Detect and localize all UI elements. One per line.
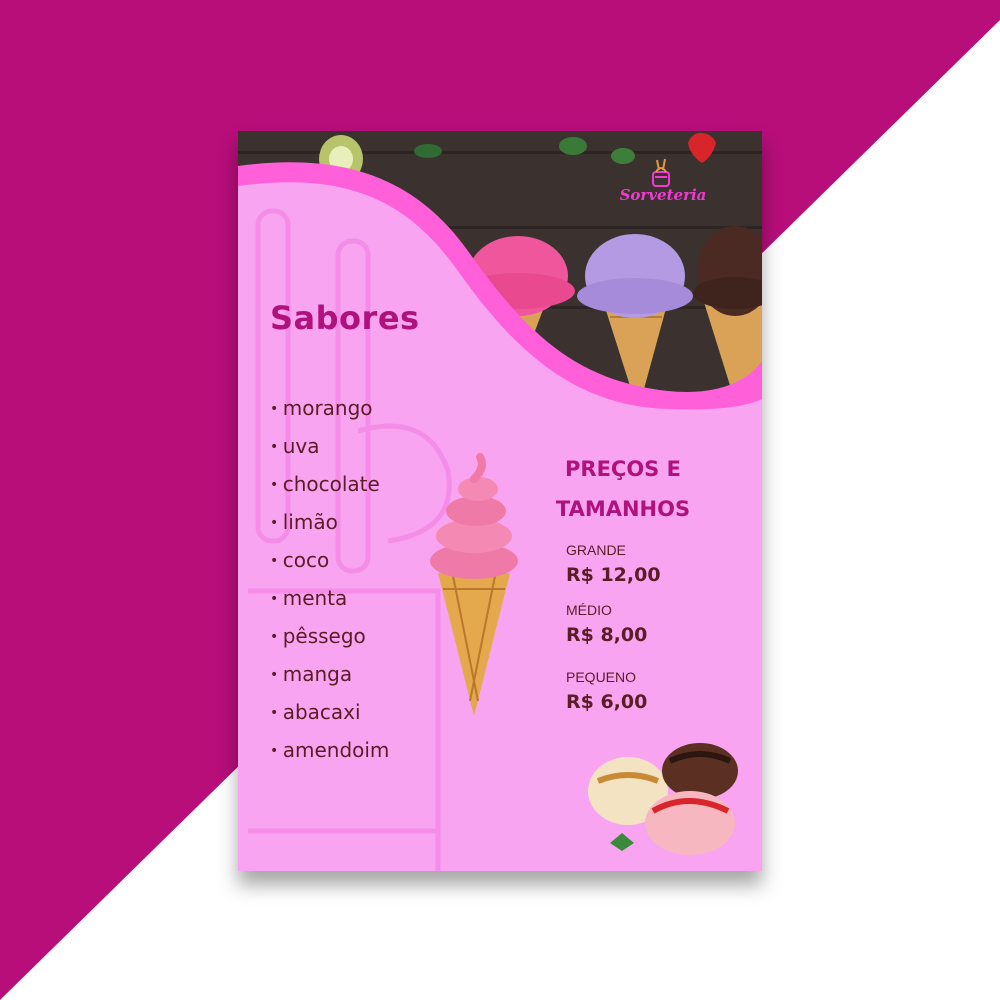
flavor-list: morango uva chocolate limão coco menta p… [270,393,390,773]
list-item: uva [270,431,389,469]
list-item: coco [270,545,389,583]
menu-flyer: Sorveteria Sabores morango uva chocolate… [238,131,762,871]
list-item: amendoim [270,735,390,773]
ice-cream-cup-icon [652,158,670,187]
list-item: menta [270,583,389,621]
price-item-grande: GRANDE R$ 12,00 [566,542,661,586]
size-price: R$ 12,00 [566,564,661,586]
list-item: abacaxi [270,697,389,735]
list-item: pêssego [270,621,389,659]
size-label: PEQUENO [566,669,637,685]
list-item: manga [270,659,389,697]
flavors-title: Sabores [270,299,420,337]
size-label: GRANDE [566,542,626,558]
price-item-medio: MÉDIO R$ 8,00 [566,602,647,646]
price-item-pequeno: PEQUENO R$ 6,00 [566,669,647,713]
prices-title-line2: TAMANHOS [555,497,691,521]
size-price: R$ 8,00 [566,624,648,646]
list-item: morango [270,393,389,431]
prices-title-line1: PREÇOS E [565,457,681,481]
list-item: chocolate [270,469,389,507]
list-item: limão [270,507,389,545]
brand-name: Sorveteria [619,186,707,204]
size-label: MÉDIO [566,602,612,618]
prices-title: PREÇOS E TAMANHOS [538,449,708,529]
size-price: R$ 6,00 [566,691,648,713]
